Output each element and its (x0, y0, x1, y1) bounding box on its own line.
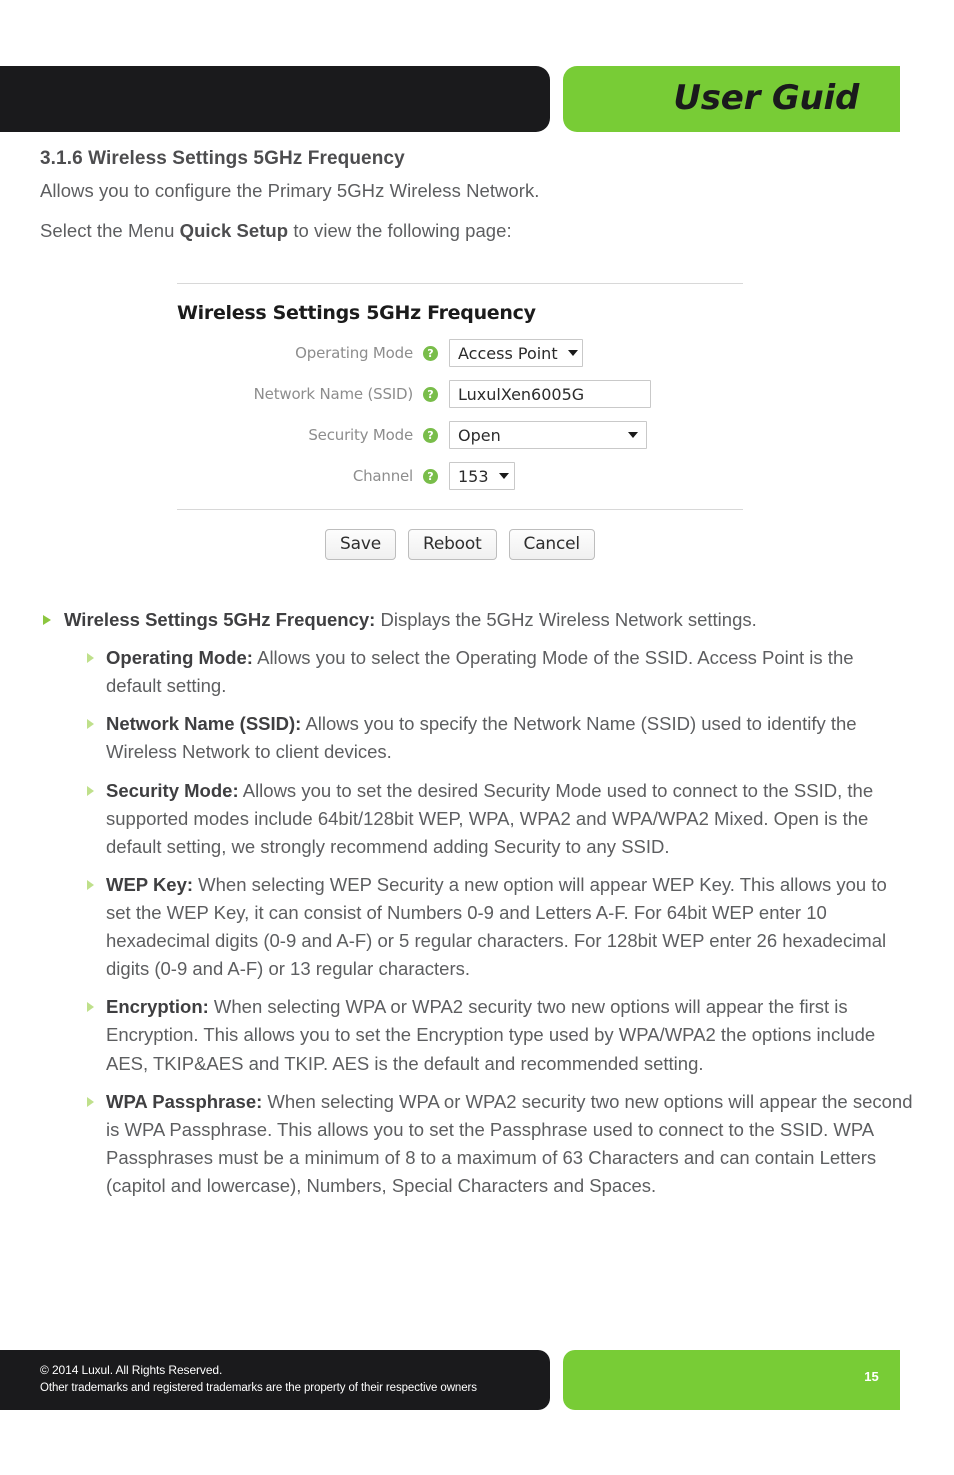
field-row-channel: Channel ? 153 (177, 461, 743, 491)
list-item-lead: Network Name (SSID): (106, 713, 302, 735)
list-item-lead: Operating Mode: (106, 647, 253, 669)
instruction-prefix: Select the Menu (40, 220, 180, 241)
embedded-screenshot: Wireless Settings 5GHz Frequency Operati… (177, 283, 743, 560)
instruction-bold: Quick Setup (179, 220, 289, 241)
select-security-mode[interactable]: Open (449, 421, 647, 449)
panel-top-divider (177, 283, 743, 284)
page-title: User Guide (673, 78, 882, 119)
select-security-mode-value: Open (458, 425, 501, 445)
help-icon-operating-mode[interactable]: ? (423, 345, 438, 361)
field-row-security-mode: Security Mode ? Open (177, 420, 743, 450)
footer-legal: © 2014 Luxul. All Rights Reserved. Other… (40, 1361, 477, 1397)
panel-title: Wireless Settings 5GHz Frequency (177, 302, 536, 324)
help-icon-glyph: ? (427, 428, 434, 442)
field-row-operating-mode: Operating Mode ? Access Point (177, 338, 743, 368)
save-button[interactable]: Save (325, 529, 396, 560)
header-black-bar (0, 66, 550, 132)
chevron-down-icon (567, 350, 578, 356)
help-icon-ssid[interactable]: ? (423, 386, 438, 402)
chevron-down-icon (498, 473, 509, 479)
label-channel: Channel (352, 467, 413, 485)
chevron-down-icon (628, 432, 638, 438)
help-icon-glyph: ? (427, 346, 434, 360)
footer-green-bar (563, 1350, 900, 1410)
list-item-lead: WPA Passphrase: (106, 1090, 263, 1112)
list-item-text: When selecting WPA or WPA2 security two … (106, 996, 876, 1074)
help-icon-glyph: ? (427, 469, 434, 483)
list-item-lead: Wireless Settings 5GHz Frequency: (64, 609, 376, 630)
help-icon-security-mode[interactable]: ? (423, 427, 438, 443)
footer-copyright: © 2014 Luxul. All Rights Reserved. (40, 1363, 223, 1377)
label-operating-mode: Operating Mode (295, 344, 413, 362)
list-item-lead: Security Mode: (106, 779, 239, 801)
help-icon-channel[interactable]: ? (423, 468, 438, 484)
list-item: Encryption: When selecting WPA or WPA2 s… (84, 993, 914, 1077)
cancel-button[interactable]: Cancel (508, 529, 595, 560)
page-number: 15 (864, 1369, 879, 1384)
instruction-suffix: to view the following page: (288, 220, 512, 241)
header-green-bar: User Guide (563, 66, 900, 132)
panel-button-row: Save Reboot Cancel (177, 529, 743, 560)
list-item-lead: Encryption: (106, 996, 209, 1018)
section-heading: 3.1.6 Wireless Settings 5GHz Frequency (40, 148, 405, 169)
list-item: Network Name (SSID): Allows you to speci… (84, 710, 914, 766)
list-item: Operating Mode: Allows you to select the… (84, 644, 914, 700)
intro-paragraph: Allows you to configure the Primary 5GHz… (40, 180, 540, 201)
label-ssid: Network Name (SSID) (253, 385, 414, 403)
list-item-lead: WEP Key: (106, 873, 194, 895)
list-item-text: Displays the 5GHz Wireless Network setti… (375, 609, 757, 630)
list-item: WEP Key: When selecting WEP Security a n… (84, 871, 914, 983)
label-security-mode: Security Mode (308, 426, 413, 444)
select-channel-value: 153 (458, 466, 489, 486)
select-operating-mode[interactable]: Access Point (449, 339, 583, 367)
list-item-text: When selecting WEP Security a new option… (106, 873, 887, 980)
select-channel[interactable]: 153 (449, 462, 515, 490)
list-item-top: Wireless Settings 5GHz Frequency: Displa… (40, 606, 914, 634)
header-green-bleed (860, 66, 900, 132)
select-operating-mode-value: Access Point (458, 343, 558, 363)
reboot-button[interactable]: Reboot (407, 529, 497, 560)
help-icon-glyph: ? (427, 387, 434, 401)
list-item: Security Mode: Allows you to set the des… (84, 777, 914, 861)
ssid-input-value: LuxulXen6005G (458, 384, 585, 404)
list-item: WPA Passphrase: When selecting WPA or WP… (84, 1088, 914, 1200)
ssid-input[interactable]: LuxulXen6005G (449, 380, 651, 408)
footer-trademarks: Other trademarks and registered trademar… (40, 1381, 477, 1394)
description-list: Wireless Settings 5GHz Frequency: Displa… (40, 606, 914, 1210)
panel-bottom-divider (177, 509, 743, 510)
intro-content: 3.1.6 Wireless Settings 5GHz Frequency A… (40, 148, 914, 260)
instruction-paragraph: Select the Menu Quick Setup to view the … (40, 220, 914, 242)
field-row-ssid: Network Name (SSID) ? LuxulXen6005G (177, 379, 743, 409)
